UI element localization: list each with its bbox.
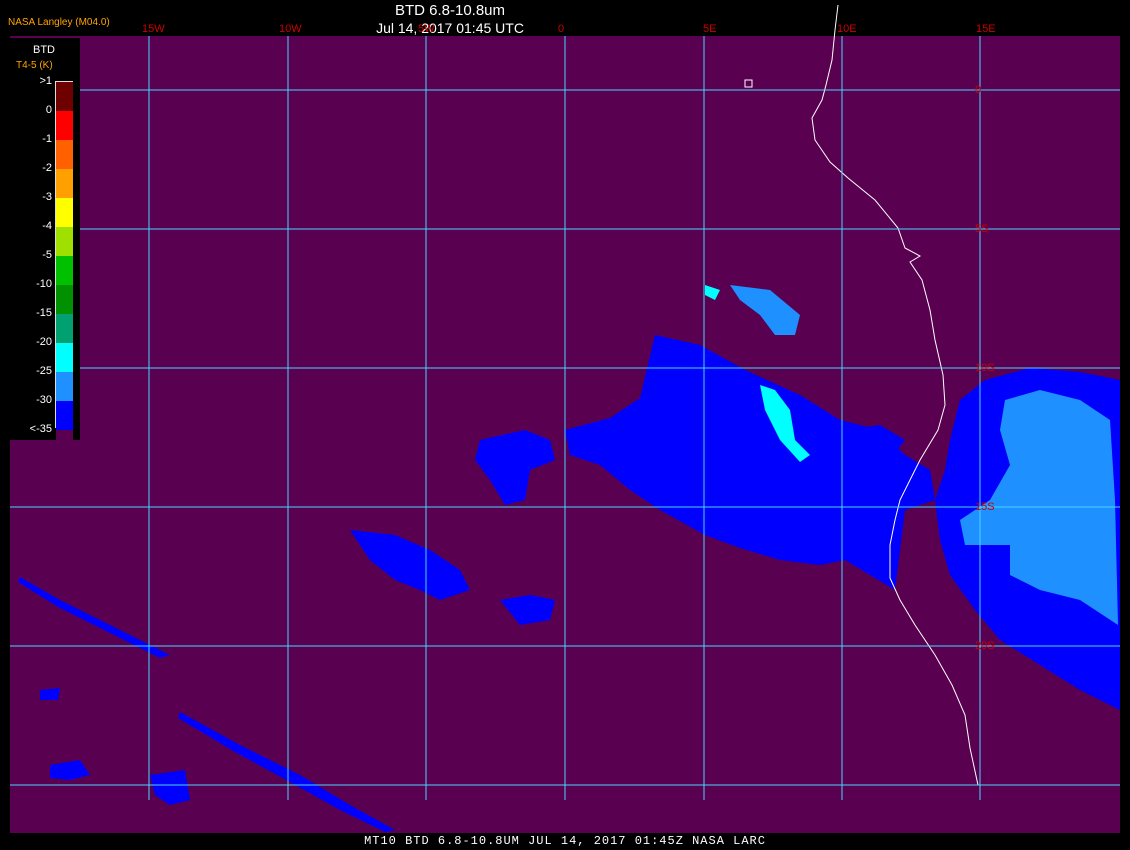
satellite-image-viewer: NASA Langley (M04.0) BTD 6.8-10.8um Jul … (0, 0, 1130, 850)
legend-units: T4-5 (K) (16, 60, 53, 71)
legend-swatch (56, 314, 73, 343)
legend-swatch (56, 227, 73, 256)
legend-label: <-35 (29, 423, 52, 435)
legend-swatch (56, 372, 73, 401)
legend-label: >1 (39, 75, 52, 87)
lat-label-20s: 20S (975, 640, 995, 652)
legend-label: -20 (36, 336, 52, 348)
legend-label: -5 (42, 249, 52, 261)
lat-label-5s: 5S (975, 223, 989, 235)
legend-label: -3 (42, 191, 52, 203)
lon-label-10w: 10W (279, 23, 302, 35)
legend-swatch (56, 285, 73, 314)
legend-label: -10 (36, 278, 52, 290)
legend-swatch (56, 198, 73, 227)
legend-label: -25 (36, 365, 52, 377)
image-title: BTD 6.8-10.8um (394, 2, 506, 19)
legend-title: BTD (33, 44, 55, 56)
legend-swatch (56, 343, 73, 372)
lon-label-0: 0 (558, 23, 565, 35)
legend-swatch (56, 140, 73, 169)
lon-label-15e: 15E (976, 23, 996, 35)
lon-label-10e: 10E (837, 23, 857, 35)
legend-swatch (56, 111, 73, 140)
footer-caption: MT10 BTD 6.8-10.8UM JUL 14, 2017 01:45Z … (364, 834, 766, 848)
image-timestamp: Jul 14, 2017 01:45 UTC (376, 20, 524, 36)
legend-swatch (56, 82, 73, 111)
legend-swatch (56, 430, 73, 457)
lat-label-10s: 10S (975, 362, 995, 374)
lat-label-0: 0 (975, 84, 982, 96)
legend-swatch (56, 256, 73, 285)
lat-label-15s: 15S (975, 501, 995, 513)
color-legend: BTD T4-5 (K) >1 0 -1 -2 -3 -4 -5 -10 -15 -20 -25 -3… (8, 38, 80, 457)
legend-label: -15 (36, 307, 52, 319)
legend-swatch (56, 401, 73, 430)
legend-label: -2 (42, 162, 52, 174)
btd-map (10, 4, 1120, 833)
legend-label: -4 (42, 220, 52, 232)
legend-label: -30 (36, 394, 52, 406)
legend-label: 0 (45, 104, 52, 116)
lon-label-5w: 5W (418, 23, 435, 35)
lon-label-15w: 15W (142, 23, 165, 35)
legend-swatch (56, 169, 73, 198)
legend-label: -1 (42, 133, 52, 145)
lon-label-5e: 5E (703, 23, 717, 35)
